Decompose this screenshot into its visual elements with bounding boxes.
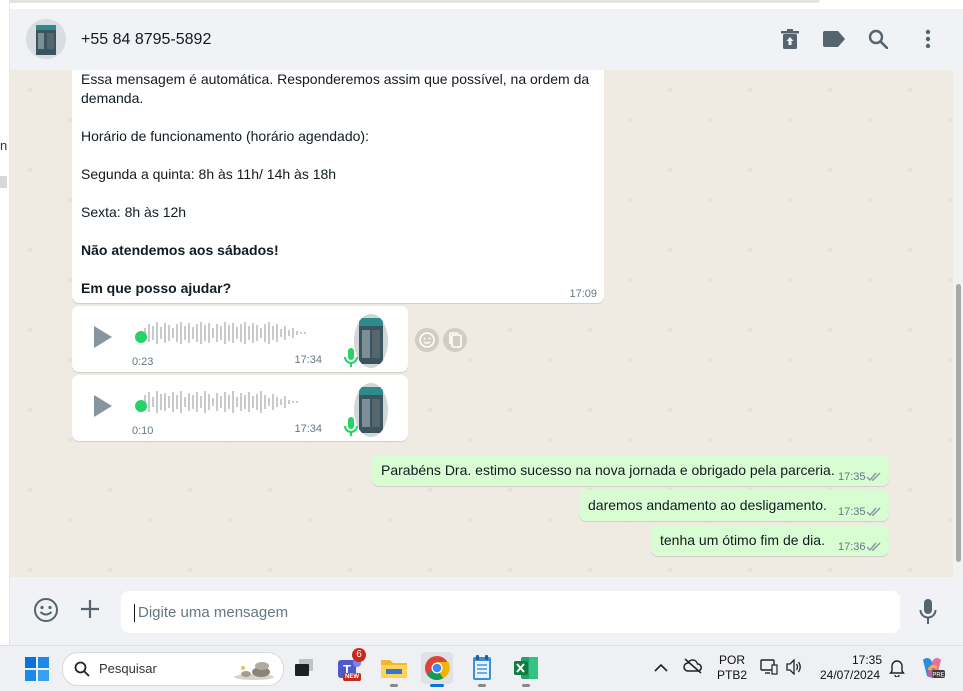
clock-date: 24/07/2024 — [819, 668, 881, 682]
double-check-icon — [866, 472, 881, 482]
network-icon[interactable] — [760, 659, 778, 680]
cut-element-fragment — [0, 176, 7, 188]
scrollbar-thumb[interactable] — [956, 284, 961, 562]
teams-icon[interactable]: T 6 NEW — [333, 648, 366, 684]
chat-scrollbar[interactable] — [953, 70, 963, 577]
input-language[interactable]: POR PTB2 — [714, 653, 750, 683]
sender-avatar — [354, 314, 388, 368]
progress-dot[interactable] — [135, 331, 147, 343]
menu-icon[interactable] — [916, 27, 940, 51]
mic-icon[interactable] — [919, 599, 937, 630]
attach-plus-icon[interactable] — [80, 599, 100, 624]
trash-icon[interactable] — [778, 27, 802, 51]
sender-avatar — [354, 383, 388, 437]
outgoing-message[interactable]: tenha um ótimo fim de dia. 17:36 — [651, 525, 889, 556]
waveform[interactable] — [138, 389, 318, 415]
browser-tab-bar — [0, 0, 820, 3]
message-time: 17:34 — [294, 354, 322, 366]
voice-message[interactable]: 0:10 17:34 — [72, 375, 408, 441]
notepad-icon[interactable] — [466, 652, 498, 687]
running-indicator — [390, 684, 398, 687]
running-indicator — [522, 684, 530, 687]
teams-new-label: NEW — [343, 673, 361, 681]
message-line: Em que posso ajudar? — [81, 280, 232, 296]
message-time: 17:09 — [569, 288, 597, 300]
label-icon[interactable] — [822, 27, 846, 51]
chevron-up-icon[interactable] — [654, 660, 668, 678]
composer-bar: Digite uma mensagem — [10, 577, 963, 645]
chat-header: +55 84 8795-5892 — [10, 9, 963, 70]
chat-area[interactable]: Essa mensagem é automática. Responderemo… — [10, 70, 953, 577]
message-text: Parabéns Dra. estimo sucesso na nova jor… — [381, 462, 835, 478]
taskbar-search[interactable]: Pesquisar — [62, 652, 284, 686]
clock-time: 17:35 — [851, 653, 882, 667]
cloud-offline-icon[interactable] — [683, 658, 703, 679]
message-line: Segunda a quinta: 8h às 11h/ 14h às 18h — [81, 166, 337, 182]
message-time: 17:35 — [838, 471, 866, 483]
double-check-icon — [866, 507, 881, 517]
voice-message[interactable]: 0:23 17:34 — [72, 306, 408, 372]
message-line: Sexta: 8h às 12h — [81, 204, 187, 220]
mic-icon — [344, 348, 358, 367]
text-caret — [134, 604, 135, 622]
message-line: Essa mensagem é automática. Responderemo… — [81, 71, 590, 87]
mic-icon — [344, 417, 358, 436]
voice-duration: 0:10 — [132, 425, 154, 437]
voice-duration: 0:23 — [132, 356, 154, 368]
auto-reply-message[interactable]: Essa mensagem é automática. Responderemo… — [72, 70, 604, 303]
copilot-icon[interactable]: PRE — [919, 656, 945, 685]
running-indicator — [478, 684, 486, 687]
message-time: 17:34 — [294, 423, 322, 435]
play-icon[interactable] — [94, 326, 112, 348]
emoji-react-icon[interactable] — [415, 328, 439, 352]
waveform[interactable] — [138, 320, 318, 346]
play-icon[interactable] — [94, 395, 112, 417]
message-time: 17:36 — [838, 541, 866, 553]
message-input[interactable]: Digite uma mensagem — [121, 591, 900, 633]
contact-avatar[interactable] — [26, 19, 66, 59]
stones-decoration-icon — [234, 662, 274, 680]
message-line: Não atendemos aos sábados! — [81, 242, 279, 258]
windows-taskbar: Pesquisar T 6 NEW POR PTB2 17:35 24/07/2… — [0, 645, 963, 691]
notification-bell-icon[interactable] — [889, 659, 905, 682]
search-label: Pesquisar — [99, 661, 157, 676]
emoji-icon[interactable] — [33, 597, 59, 628]
message-time: 17:35 — [838, 506, 866, 518]
teams-badge: 6 — [352, 648, 366, 662]
svg-text:PRE: PRE — [932, 673, 944, 679]
language-code: POR — [718, 653, 745, 667]
progress-dot[interactable] — [135, 400, 147, 412]
keyboard-layout: PTB2 — [716, 668, 747, 682]
outgoing-message[interactable]: Parabéns Dra. estimo sucesso na nova jor… — [372, 455, 889, 486]
search-icon — [74, 661, 90, 677]
copy-icon[interactable] — [443, 328, 467, 352]
file-explorer-icon[interactable] — [378, 652, 410, 687]
message-text: tenha um ótimo fim de dia. — [660, 532, 825, 548]
message-text: daremos andamento ao desligamento. — [588, 497, 827, 513]
browser-top-strip — [0, 0, 963, 9]
contact-name[interactable]: +55 84 8795-5892 — [81, 31, 211, 49]
search-icon[interactable] — [866, 27, 890, 51]
chrome-icon[interactable] — [421, 652, 453, 687]
chat-list-edge: n — [0, 0, 10, 645]
outgoing-message[interactable]: daremos andamento ao desligamento. 17:35 — [579, 490, 889, 521]
double-check-icon — [866, 542, 881, 552]
message-input-placeholder: Digite uma mensagem — [138, 604, 289, 621]
excel-icon[interactable] — [510, 652, 542, 687]
cut-text-fragment: n — [0, 138, 8, 153]
active-indicator — [430, 684, 444, 687]
volume-icon[interactable] — [785, 658, 803, 680]
message-line: demanda. — [81, 90, 144, 106]
clock[interactable]: 17:35 24/07/2024 — [812, 653, 888, 683]
task-view-icon[interactable] — [288, 652, 320, 684]
message-line: Horário de funcionamento (horário agenda… — [81, 128, 369, 144]
windows-start-icon[interactable] — [25, 657, 49, 686]
